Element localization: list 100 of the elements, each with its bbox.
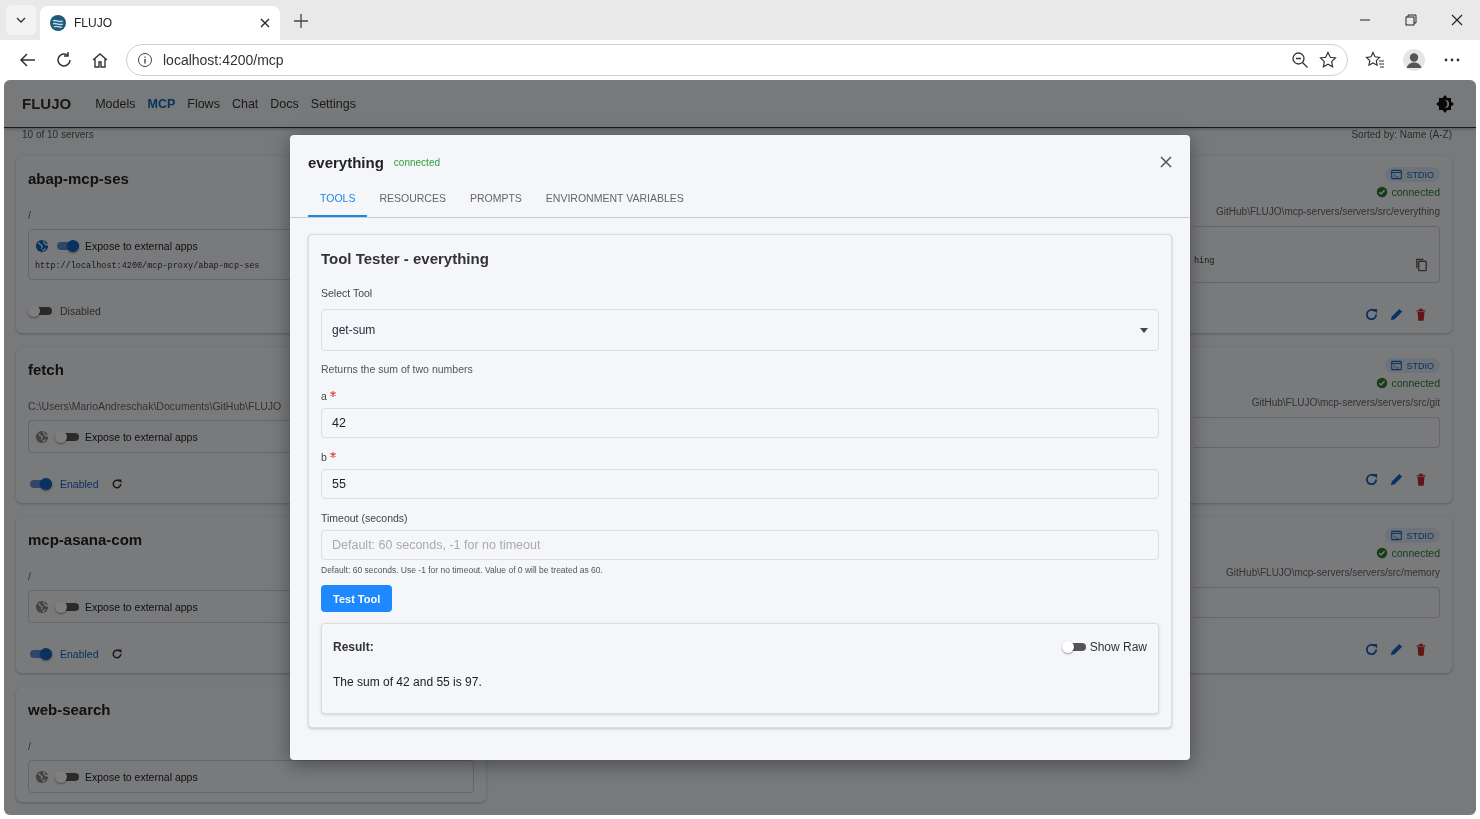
- transport-badge: STDIO: [1385, 528, 1440, 543]
- refresh-icon[interactable]: [1364, 306, 1379, 322]
- expose-toggle[interactable]: [55, 769, 79, 784]
- proxy-url: hing: [1194, 256, 1215, 266]
- nav-link[interactable]: MCP: [147, 96, 176, 111]
- edit-icon[interactable]: [1389, 641, 1404, 657]
- zoom-icon[interactable]: [1291, 51, 1309, 69]
- url-text: localhost:4200/mcp: [163, 52, 284, 68]
- nav-link[interactable]: Flows: [187, 96, 220, 111]
- check-circle-icon: [1375, 377, 1388, 389]
- tab-title: FLUJO: [74, 16, 113, 30]
- input-field[interactable]: 42: [321, 408, 1159, 438]
- caret-icon: [1140, 327, 1148, 333]
- delete-icon[interactable]: [1414, 471, 1428, 487]
- refresh-icon[interactable]: [1364, 641, 1379, 657]
- server-path: /: [28, 569, 31, 583]
- server-path: C:\Users\MarioAndreschak\Documents\GitHub\FLUJO: [28, 399, 282, 413]
- check-circle-icon: [1375, 547, 1388, 559]
- tab[interactable]: PROMPTS: [457, 181, 534, 217]
- nav-link[interactable]: Settings: [310, 96, 356, 111]
- transport-badge: STDIO: [1385, 358, 1440, 373]
- copy-icon[interactable]: [1414, 257, 1429, 272]
- globe-icon: [35, 238, 49, 253]
- status-label: connected: [1375, 376, 1440, 390]
- test-tool-button[interactable]: Test Tool: [321, 585, 393, 612]
- dialog-title: everything: [308, 153, 384, 171]
- home-icon[interactable]: [91, 51, 109, 69]
- server-name: web-search: [28, 701, 111, 719]
- expose-toggle[interactable]: [55, 599, 79, 614]
- result-label: Result:: [333, 639, 374, 654]
- terminal-icon: [1391, 530, 1403, 541]
- expose-label: Expose to external apps: [85, 239, 198, 252]
- server-count: 10 of 10 servers: [22, 128, 94, 142]
- expose-label: Expose to external apps: [85, 600, 198, 613]
- tab[interactable]: ENVIRONMENT VARIABLES: [533, 181, 696, 217]
- info-icon: [137, 52, 153, 68]
- edit-icon[interactable]: [1389, 306, 1404, 322]
- enabled-label: Enabled: [60, 478, 99, 490]
- server-name: fetch: [28, 361, 64, 379]
- required-icon: [329, 452, 336, 458]
- server-name: mcp-asana-com: [28, 531, 143, 549]
- sort-label: Sorted by: Name (A-Z): [1351, 128, 1452, 142]
- enabled-label: Disabled: [60, 305, 101, 317]
- avatar-icon[interactable]: [1403, 49, 1425, 71]
- status-label: connected: [393, 156, 440, 168]
- tab-list-button[interactable]: [6, 5, 36, 35]
- show-raw-toggle[interactable]: [1061, 639, 1086, 654]
- status-label: connected: [1375, 546, 1440, 560]
- refresh-icon[interactable]: [1364, 471, 1379, 487]
- star-icon[interactable]: [1319, 51, 1337, 69]
- toggle-label: Show Raw: [1089, 639, 1147, 654]
- tab[interactable]: RESOURCES: [367, 181, 458, 217]
- enabled-toggle[interactable]: [28, 304, 52, 318]
- restore-icon[interactable]: [1405, 14, 1417, 26]
- theme-icon[interactable]: [1436, 94, 1454, 113]
- edit-icon[interactable]: [1389, 471, 1404, 487]
- close-icon[interactable]: [1451, 14, 1463, 26]
- expose-label: Expose to external apps: [85, 430, 198, 443]
- nav-link[interactable]: Chat: [231, 96, 259, 111]
- field-label: a: [321, 389, 336, 403]
- back-icon[interactable]: [19, 51, 37, 69]
- plus-icon[interactable]: [294, 14, 308, 28]
- result-text: The sum of 42 and 55 is 97.: [333, 675, 483, 689]
- server-path: /: [28, 739, 31, 753]
- delete-icon[interactable]: [1414, 306, 1428, 322]
- field-label: b: [321, 450, 336, 464]
- field-label: Select Tool: [321, 286, 373, 300]
- refresh-icon[interactable]: [110, 478, 123, 490]
- expose-toggle[interactable]: [55, 429, 79, 444]
- wave-logo-icon: [50, 15, 66, 31]
- enabled-toggle[interactable]: [28, 647, 52, 661]
- server-path: GitHub\FLUJO\mcp-servers/servers/src/memory: [1226, 566, 1440, 580]
- expose-toggle[interactable]: [55, 238, 79, 253]
- app-logo: FLUJO: [22, 95, 72, 112]
- close-icon[interactable]: [1160, 156, 1172, 168]
- favorites-icon[interactable]: [1365, 51, 1385, 69]
- delete-icon[interactable]: [1414, 641, 1428, 657]
- status-label: connected: [1375, 185, 1440, 199]
- input-field[interactable]: 55: [321, 469, 1159, 499]
- tool-select[interactable]: get-sum: [321, 309, 1159, 351]
- globe-icon: [35, 769, 49, 784]
- field-label: Timeout (seconds): [321, 511, 408, 525]
- refresh-icon[interactable]: [110, 648, 123, 660]
- reload-icon[interactable]: [55, 51, 73, 69]
- enabled-toggle[interactable]: [28, 477, 52, 491]
- tool-description: Returns the sum of two numbers: [321, 363, 474, 377]
- nav-link[interactable]: Docs: [270, 96, 299, 111]
- server-name: abap-mcp-ses: [28, 170, 129, 188]
- server-path: GitHub\FLUJO\mcp-servers/servers/src/everything: [1216, 205, 1440, 219]
- transport-badge: STDIO: [1385, 167, 1440, 182]
- panel-heading: Tool Tester - everything: [321, 250, 490, 269]
- server-path: GitHub\FLUJO\mcp-servers/servers/src/git: [1251, 396, 1440, 410]
- terminal-icon: [1391, 360, 1403, 371]
- close-icon[interactable]: [260, 18, 270, 28]
- input-field[interactable]: Default: 60 seconds, -1 for no timeout: [321, 530, 1159, 560]
- globe-icon: [35, 429, 49, 444]
- check-circle-icon: [1375, 186, 1388, 198]
- tab[interactable]: TOOLS: [308, 181, 368, 217]
- nav-link[interactable]: Models: [95, 96, 136, 111]
- browser-tab[interactable]: FLUJO: [40, 6, 280, 40]
